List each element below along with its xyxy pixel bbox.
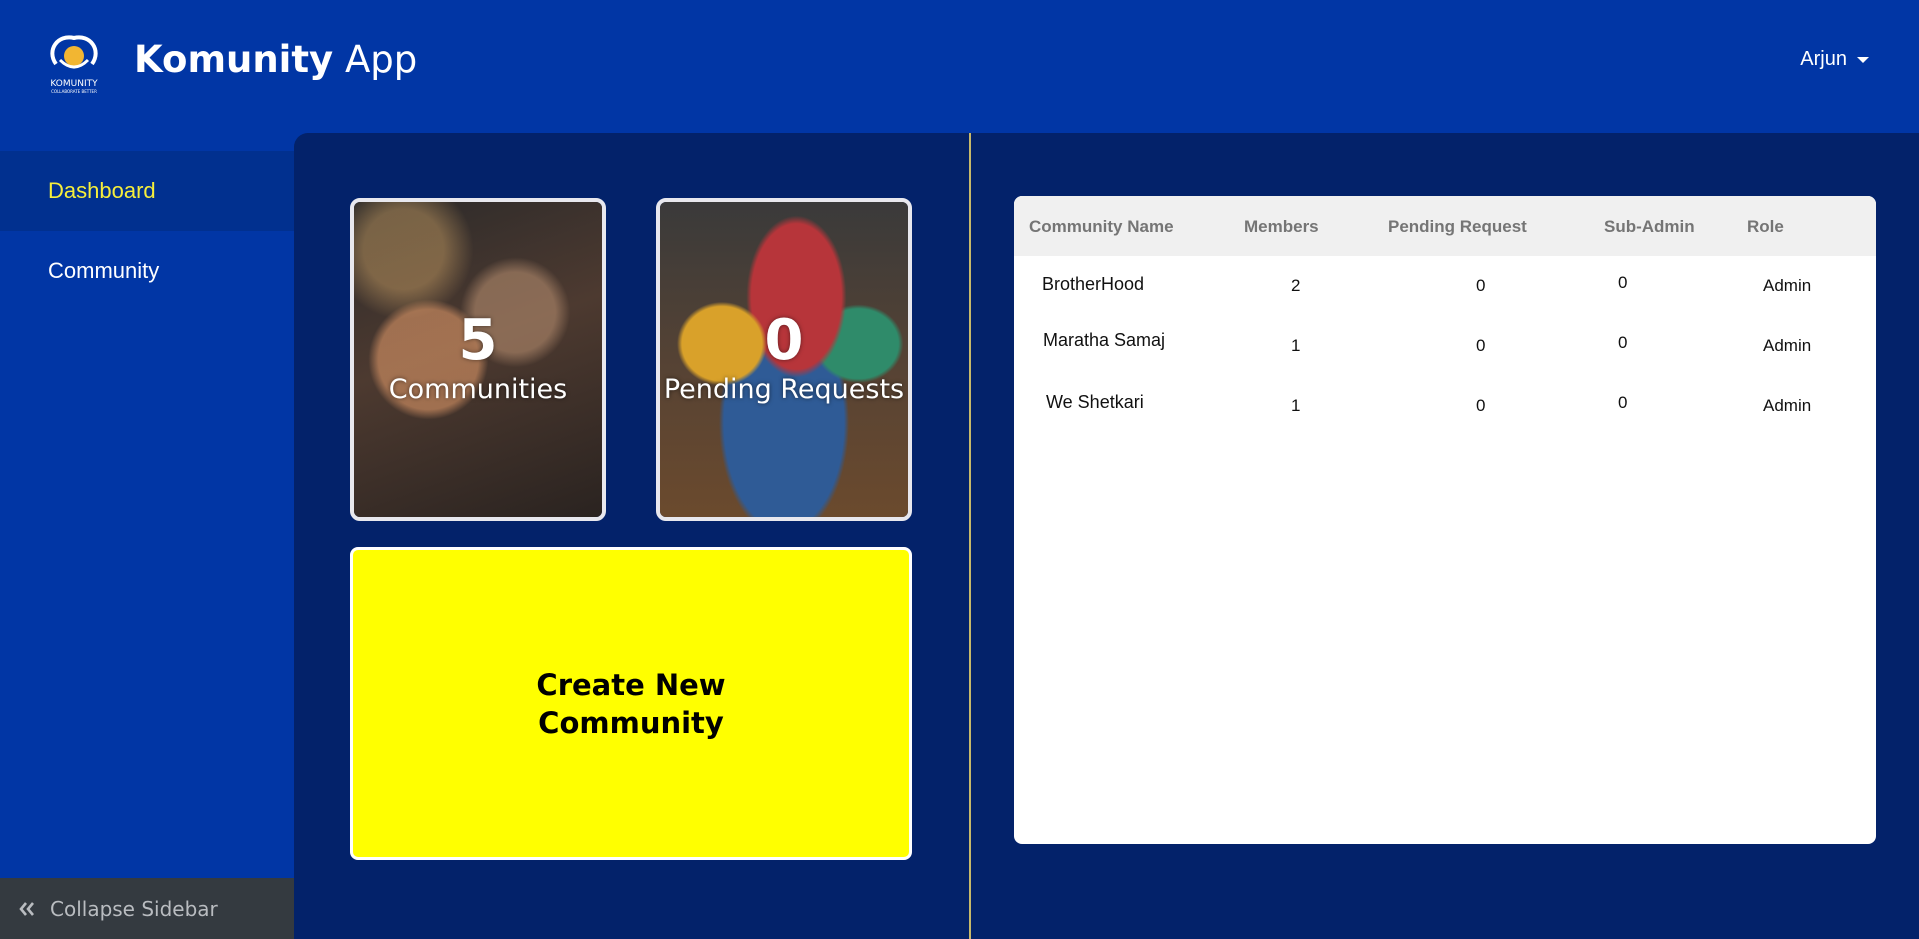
collapse-sidebar-label: Collapse Sidebar <box>50 896 218 921</box>
user-name: Arjun <box>1800 48 1847 70</box>
sidebar-item-dashboard[interactable]: Dashboard <box>0 151 294 231</box>
main-content: 5 Communities 0 Pending Requests Create … <box>294 133 1919 939</box>
create-community-line1: Create New <box>536 667 726 702</box>
column-header-role[interactable]: Role <box>1747 217 1784 237</box>
app-title-light: App <box>344 38 418 81</box>
sidebar-item-community[interactable]: Community <box>0 231 294 311</box>
column-header-pending-request[interactable]: Pending Request <box>1388 217 1527 237</box>
cell-role: Admin <box>1763 276 1812 295</box>
cell-sub-admin: 0 <box>1618 333 1628 352</box>
user-menu-toggle[interactable]: Arjun <box>1800 48 1869 71</box>
cell-pending-request: 0 <box>1476 336 1486 355</box>
cell-community-name: We Shetkari <box>1046 392 1144 412</box>
app-title: Komunity App <box>134 38 417 81</box>
app-title-bold: Komunity <box>134 38 334 81</box>
cell-community-name: Maratha Samaj <box>1043 330 1166 350</box>
caret-down-icon <box>1857 56 1869 63</box>
cell-members: 1 <box>1291 336 1301 355</box>
logo-tagline: COLLABORATE BETTER <box>51 89 97 94</box>
communities-card[interactable]: 5 Communities <box>350 198 606 521</box>
sidebar: Dashboard Community Collapse Sidebar <box>0 133 294 939</box>
communities-label: Communities <box>388 374 568 405</box>
column-header-community-name[interactable]: Community Name <box>1029 217 1174 237</box>
cell-sub-admin: 0 <box>1618 273 1628 292</box>
cell-sub-admin: 0 <box>1618 393 1628 412</box>
komunity-logo: KOMUNITY COLLABORATE BETTER <box>50 35 98 94</box>
column-header-members[interactable]: Members <box>1244 217 1319 237</box>
logo-text: KOMUNITY <box>50 79 98 89</box>
pending-requests-count: 0 <box>764 308 804 373</box>
cell-role: Admin <box>1763 336 1812 355</box>
pending-requests-label: Pending Requests <box>663 374 905 405</box>
communities-table: Community Name Members Pending Request S… <box>1014 196 1876 844</box>
cell-role: Admin <box>1763 396 1812 415</box>
panel-divider <box>969 133 971 939</box>
cell-members: 2 <box>1291 276 1301 295</box>
column-header-sub-admin[interactable]: Sub-Admin <box>1604 217 1695 237</box>
cell-pending-request: 0 <box>1476 396 1486 415</box>
cell-community-name: BrotherHood <box>1042 274 1145 294</box>
cell-pending-request: 0 <box>1476 276 1486 295</box>
cell-members: 1 <box>1291 396 1301 415</box>
create-community-line2: Community <box>538 705 724 740</box>
create-community-button[interactable]: Create New Community <box>350 547 912 860</box>
sidebar-item-label: Dashboard <box>48 178 156 203</box>
double-chevron-left-icon <box>19 901 34 916</box>
sidebar-item-label: Community <box>48 258 160 283</box>
communities-count: 5 <box>458 308 498 373</box>
table-header: Community Name Members Pending Request S… <box>1014 196 1876 256</box>
pending-requests-card[interactable]: 0 Pending Requests <box>656 198 912 521</box>
top-header: KOMUNITY COLLABORATE BETTER Komunity App… <box>0 0 1919 133</box>
collapse-sidebar-button[interactable]: Collapse Sidebar <box>0 878 294 939</box>
